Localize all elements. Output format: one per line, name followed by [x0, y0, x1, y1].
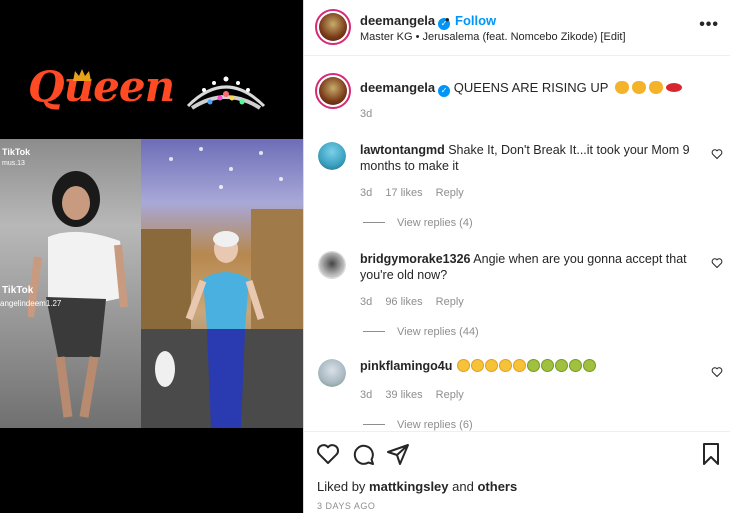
- author-username[interactable]: deemangela ✓: [360, 13, 451, 30]
- header-separator: •: [445, 12, 450, 27]
- tiktok-username-fragment: mus.13: [2, 160, 25, 167]
- nauseated-emoji-icon: [540, 359, 554, 372]
- reply-button[interactable]: Reply: [436, 389, 464, 401]
- comment-username[interactable]: pinkflamingo4u: [360, 359, 452, 373]
- bookmark-icon[interactable]: [699, 442, 723, 466]
- nauseated-emoji-icon: [568, 359, 582, 372]
- crown-icon: [73, 69, 91, 81]
- comment-text: bridgymorake1326 Angie when are you gonn…: [360, 251, 690, 283]
- comment-meta: 3d 96 likes Reply: [360, 296, 474, 308]
- comment-meta: 3d 39 likes Reply: [360, 389, 474, 401]
- comment-time: 3d: [360, 296, 373, 308]
- comment-username[interactable]: bridgymorake1326: [360, 252, 470, 266]
- comment-text: lawtontangmd Shake It, Don't Break It...…: [360, 142, 690, 174]
- comment-likes[interactable]: 39 likes: [385, 389, 422, 401]
- commenter-avatar[interactable]: [318, 359, 346, 387]
- post-sidebar: deemangela ✓ • Follow Master KG • Jerusal…: [303, 0, 730, 513]
- verified-badge-icon: ✓: [438, 85, 451, 97]
- comment-likes[interactable]: 17 likes: [385, 187, 422, 199]
- rofl-emoji-icon: [484, 359, 498, 372]
- laughing-emoji-icon: [498, 359, 512, 372]
- view-replies-label[interactable]: View replies (44): [397, 326, 479, 338]
- caption-avatar[interactable]: [315, 73, 351, 109]
- laughing-emoji-icon: [470, 359, 484, 372]
- comment-time: 3d: [360, 187, 373, 199]
- view-replies-button[interactable]: View replies (6): [363, 419, 473, 431]
- view-replies-button[interactable]: View replies (4): [363, 217, 473, 229]
- audio-track-link[interactable]: Master KG • Jerusalema (feat. Nomcebo Zi…: [360, 31, 626, 43]
- comment-like-heart-icon[interactable]: [711, 257, 723, 269]
- replies-line: [363, 424, 385, 425]
- liked-by-line: Liked by mattkingsley and others: [317, 479, 517, 494]
- liked-by-others[interactable]: others: [477, 479, 517, 494]
- post-date[interactable]: 3 DAYS AGO: [317, 501, 375, 511]
- tiara-image: [186, 76, 266, 110]
- rofl-emoji-icon: [512, 359, 526, 372]
- follow-button[interactable]: Follow: [455, 13, 496, 28]
- tiktok-logo-text: TikTok: [2, 285, 34, 296]
- replies-line: [363, 222, 385, 223]
- heart-icon[interactable]: [316, 442, 340, 466]
- queen-sticker-text: Queen: [28, 62, 175, 111]
- comment-likes[interactable]: 96 likes: [385, 296, 422, 308]
- comment-like-heart-icon[interactable]: [711, 366, 723, 378]
- tiktok-watermark: TikTok: [2, 147, 31, 157]
- commenter-avatar[interactable]: [318, 251, 346, 279]
- liked-by-user[interactable]: mattkingsley: [369, 479, 448, 494]
- post-header: deemangela ✓ • Follow Master KG • Jerusal…: [304, 0, 730, 56]
- view-replies-label[interactable]: View replies (6): [397, 419, 473, 431]
- dancer-figure-left: [28, 171, 128, 418]
- tiktok-handle: angelindeem1.27: [0, 299, 62, 308]
- share-icon[interactable]: [386, 442, 410, 466]
- nauseated-emoji-icon: [526, 359, 540, 372]
- media-bottom-bar: [0, 428, 303, 513]
- video-left-panel: TikTok mus.13 TikTok angelindeem1.27: [0, 139, 141, 428]
- author-username-text[interactable]: deemangela: [360, 13, 435, 28]
- view-replies-label[interactable]: View replies (4): [397, 217, 473, 229]
- comment-username[interactable]: lawtontangmd: [360, 143, 445, 157]
- caption-time: 3d: [360, 108, 373, 120]
- clapping-emoji-icon: [614, 81, 629, 94]
- liked-by-prefix: Liked by: [317, 479, 366, 494]
- comment-icon[interactable]: [351, 442, 375, 466]
- comment-meta: 3d 17 likes Reply: [360, 187, 474, 199]
- kitchen-scene: [141, 147, 303, 428]
- nauseated-emoji-icon: [554, 359, 568, 372]
- view-replies-button[interactable]: View replies (44): [363, 326, 479, 338]
- liked-by-and: and: [452, 479, 474, 494]
- replies-line: [363, 331, 385, 332]
- video-right-panel: [141, 139, 303, 428]
- lips-emoji-icon: [665, 83, 682, 92]
- caption-text: deemangela ✓ QUEENS ARE RISING UP: [360, 80, 682, 97]
- caption-username[interactable]: deemangela: [360, 80, 435, 95]
- post-action-bar: [304, 431, 730, 475]
- commenter-avatar[interactable]: [318, 142, 346, 170]
- more-options-icon[interactable]: •••: [699, 16, 719, 34]
- clapping-emoji-icon: [648, 81, 663, 94]
- author-avatar[interactable]: [315, 9, 351, 45]
- comment-text: pinkflamingo4u: [360, 358, 690, 374]
- post-media[interactable]: Queen TikTok mus.13 TikTok angelindeem1.…: [0, 0, 303, 513]
- reply-button[interactable]: Reply: [436, 296, 464, 308]
- comment-time: 3d: [360, 389, 373, 401]
- caption-body: QUEENS ARE RISING UP: [453, 80, 609, 95]
- comment-like-heart-icon[interactable]: [711, 148, 723, 160]
- clapping-emoji-icon: [631, 81, 646, 94]
- nauseated-emoji-icon: [582, 359, 596, 372]
- reply-button[interactable]: Reply: [436, 187, 464, 199]
- rofl-emoji-icon: [456, 359, 470, 372]
